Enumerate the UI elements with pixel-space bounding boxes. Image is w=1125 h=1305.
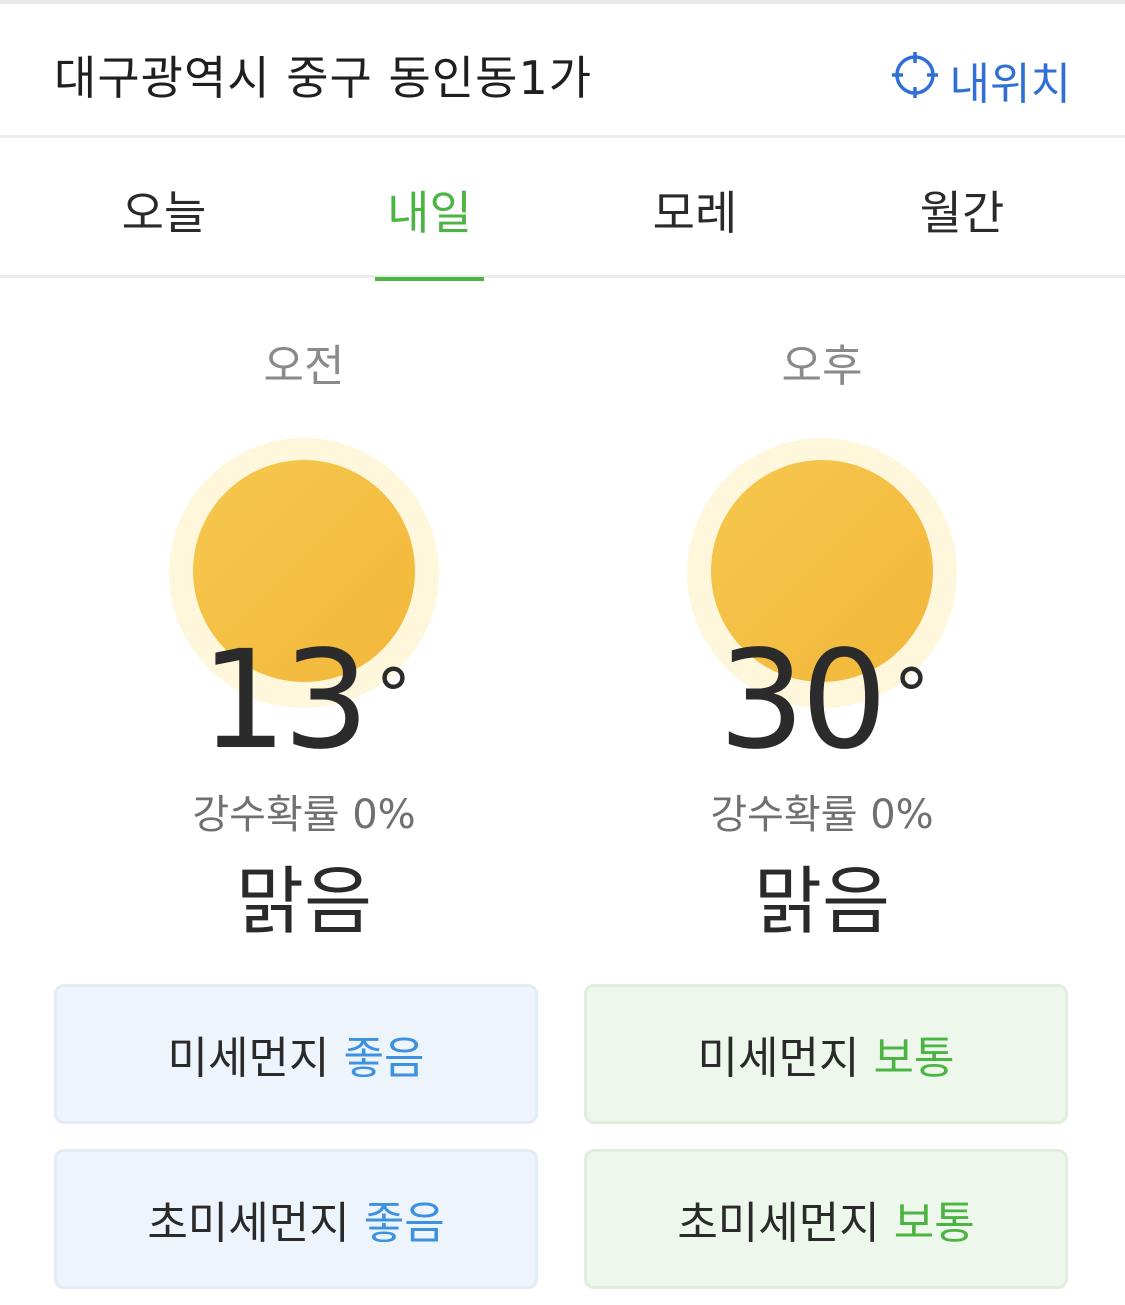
tab-monthly[interactable]: 월간 bbox=[895, 141, 1029, 278]
precipitation-probability: 강수확률 0% bbox=[710, 792, 934, 838]
period-label: 오전 bbox=[263, 341, 345, 392]
precipitation-probability: 강수확률 0% bbox=[192, 792, 416, 838]
day-tabs: 오늘 내일 모레 월간 bbox=[0, 141, 1125, 281]
temperature-value: 13 bbox=[200, 622, 369, 780]
air-status: 보통 bbox=[873, 1033, 955, 1084]
tab-tomorrow[interactable]: 내일 bbox=[375, 141, 484, 281]
weather-condition: 맑음 bbox=[753, 859, 891, 945]
air-label: 미세먼지 bbox=[167, 1033, 330, 1084]
header: 대구광역시 중구 동인동1가 내위치 bbox=[0, 4, 1125, 138]
forecast-am: 오전 13 ° 강수확률 0% 맑음 bbox=[64, 330, 544, 950]
weather-condition: 맑음 bbox=[235, 859, 373, 945]
temperature: 13 ° bbox=[64, 626, 544, 776]
my-location-label: 내위치 bbox=[949, 59, 1071, 110]
temperature-value: 30 bbox=[718, 622, 887, 780]
air-status: 좋음 bbox=[343, 1033, 425, 1084]
fine-dust-am-card[interactable]: 미세먼지 좋음 bbox=[54, 984, 538, 1124]
ultrafine-dust-am-card[interactable]: 초미세먼지 좋음 bbox=[54, 1149, 538, 1289]
tab-today[interactable]: 오늘 bbox=[96, 141, 232, 278]
tab-day-after[interactable]: 모레 bbox=[628, 141, 762, 278]
crosshair-icon bbox=[890, 50, 940, 111]
ultrafine-dust-pm-card[interactable]: 초미세먼지 보통 bbox=[584, 1149, 1068, 1289]
degree-symbol: ° bbox=[893, 653, 930, 737]
air-label: 초미세먼지 bbox=[677, 1198, 880, 1249]
fine-dust-pm-card[interactable]: 미세먼지 보통 bbox=[584, 984, 1068, 1124]
air-label: 초미세먼지 bbox=[147, 1198, 350, 1249]
air-status: 좋음 bbox=[363, 1198, 445, 1249]
air-label: 미세먼지 bbox=[697, 1033, 860, 1084]
degree-symbol: ° bbox=[375, 653, 412, 737]
location-title: 대구광역시 중구 동인동1가 bbox=[54, 51, 593, 105]
air-status: 보통 bbox=[893, 1198, 975, 1249]
temperature: 30 ° bbox=[582, 626, 1062, 776]
forecast-pm: 오후 30 ° 강수확률 0% 맑음 bbox=[582, 330, 1062, 950]
my-location-button[interactable]: 내위치 bbox=[890, 48, 1071, 112]
period-label: 오후 bbox=[781, 341, 863, 392]
